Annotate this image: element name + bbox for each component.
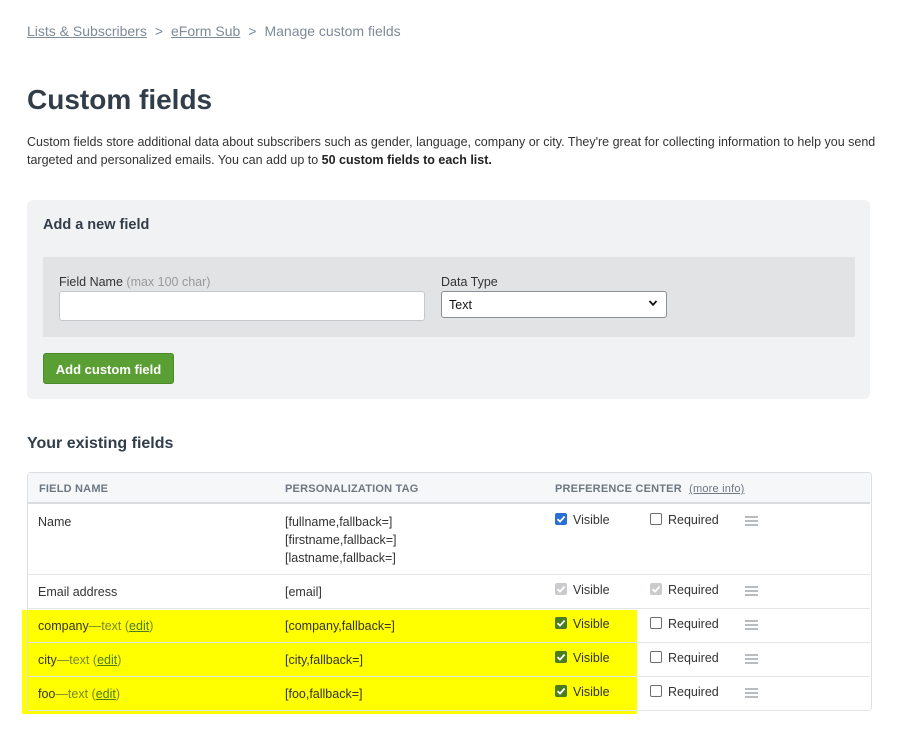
field-dash: — <box>88 619 102 633</box>
data-type-value: Text <box>449 298 472 312</box>
visible-checkbox[interactable] <box>555 617 567 629</box>
breadcrumb: Lists & Subscribers > eForm Sub > Manage cus… <box>27 23 401 39</box>
field-name-hint: (max 100 char) <box>126 275 211 289</box>
row-divider <box>28 608 870 609</box>
chevron-down-icon <box>648 298 658 311</box>
field-name-cell: foo—text (edit) <box>38 687 121 701</box>
add-field-title: Add a new field <box>43 217 150 233</box>
drag-handle-icon[interactable] <box>745 586 758 596</box>
edit-link[interactable]: edit <box>96 687 116 701</box>
field-name-cell: Email address <box>38 585 118 599</box>
breadcrumb-separator: > <box>154 23 164 39</box>
field-name-cell: city—text (edit) <box>38 653 122 667</box>
required-checkbox <box>650 583 662 595</box>
column-header-field-name: FIELD NAME <box>39 483 109 495</box>
data-type-label: Data Type <box>441 275 498 289</box>
tag-company: [company,fallback=] <box>285 619 395 633</box>
field-type: text <box>101 619 122 633</box>
required-label: Required <box>668 583 719 597</box>
tag-city: [city,fallback=] <box>285 653 363 667</box>
visible-label: Visible <box>573 685 610 699</box>
required-checkbox[interactable] <box>650 685 662 697</box>
field-name: company <box>38 619 89 633</box>
required-label: Required <box>668 685 719 699</box>
breadcrumb-current: Manage custom fields <box>264 23 401 39</box>
column-header-tag: PERSONALIZATION TAG <box>285 483 419 495</box>
field-type: text <box>69 653 90 667</box>
tag-lastname: [lastname,fallback=] <box>285 551 396 565</box>
intro-bold: 50 custom fields to each list. <box>321 153 492 167</box>
visible-label: Visible <box>573 617 610 631</box>
visible-checkbox[interactable] <box>555 651 567 663</box>
breadcrumb-separator: > <box>248 23 257 39</box>
visible-label: Visible <box>573 651 610 665</box>
visible-label: Visible <box>573 583 610 597</box>
visible-label: Visible <box>573 513 610 527</box>
required-label: Required <box>668 617 719 631</box>
row-divider <box>28 676 870 677</box>
column-header-preference-center: PREFERENCE CENTER (more info) <box>555 483 745 495</box>
existing-fields-title: Your existing fields <box>27 435 174 452</box>
visible-checkbox[interactable] <box>555 513 567 525</box>
tag-foo: [foo,fallback=] <box>285 687 363 701</box>
field-type: text <box>67 687 89 701</box>
visible-checkbox[interactable] <box>555 685 567 697</box>
drag-handle-icon[interactable] <box>745 620 758 630</box>
required-checkbox[interactable] <box>650 513 662 525</box>
tag-cell: [fullname,fallback=] [firstname,fallback… <box>285 513 397 567</box>
visible-checkbox <box>555 583 567 595</box>
required-checkbox[interactable] <box>650 617 662 629</box>
data-type-select[interactable]: Text <box>441 291 667 318</box>
tag-firstname: [firstname,fallback=] <box>285 533 397 547</box>
drag-handle-icon[interactable] <box>745 516 758 526</box>
field-name-input[interactable] <box>59 291 425 321</box>
drag-handle-icon[interactable] <box>745 688 758 698</box>
field-dash: — <box>55 687 68 701</box>
drag-handle-icon[interactable] <box>745 654 758 664</box>
edit-link[interactable]: edit <box>97 653 117 667</box>
row-divider <box>28 642 870 643</box>
required-checkbox[interactable] <box>650 651 662 663</box>
add-custom-field-button[interactable]: Add custom field <box>43 353 174 384</box>
field-name-cell: company—text (edit) <box>38 619 154 633</box>
breadcrumb-link-lists[interactable]: Lists & Subscribers <box>27 23 147 39</box>
edit-link[interactable]: edit <box>129 619 149 633</box>
field-name-label: Field Name (max 100 char) <box>59 275 211 289</box>
tag-fullname: [fullname,fallback=] <box>285 515 393 529</box>
field-name: city <box>38 653 57 667</box>
required-label: Required <box>668 513 719 527</box>
required-label: Required <box>668 651 719 665</box>
field-dash: — <box>56 653 70 667</box>
field-name: foo <box>38 687 56 701</box>
breadcrumb-link-list[interactable]: eForm Sub <box>171 23 240 39</box>
more-info-link[interactable]: (more info) <box>689 483 744 495</box>
row-divider <box>28 710 870 711</box>
field-name-cell: Name <box>38 515 72 529</box>
page-title: Custom fields <box>27 84 213 115</box>
page-intro: Custom fields store additional data abou… <box>27 133 877 169</box>
row-divider <box>28 574 870 575</box>
tag-email: [email] <box>285 585 322 599</box>
